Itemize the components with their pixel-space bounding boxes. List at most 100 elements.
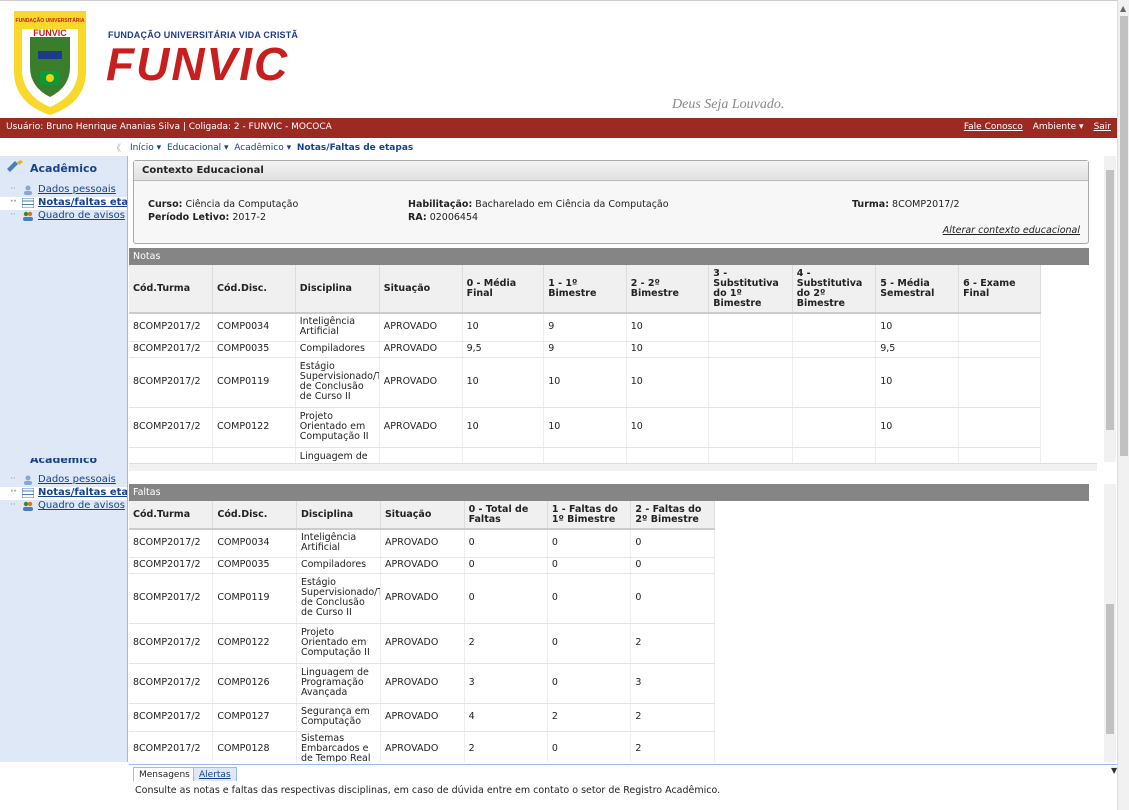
messages-panel: Mensagens Alertas Consulte as notas e fa… [129,764,1117,810]
table-cell: 8COMP2017/2 [129,623,214,664]
grid-icon [22,488,34,498]
contact-link[interactable]: Fale Conosco [964,122,1023,132]
column-header[interactable]: Situação [379,265,463,314]
table-cell: Linguagem de Programação Avançada [296,663,381,704]
table-cell: Projeto Orientado em Computação II [296,623,381,664]
table-cell: COMP0122 [212,407,296,448]
table-row[interactable]: 8COMP2017/2 COMP0035 Compiladores APROVADO 0… [129,557,715,574]
faltas-scrollbar[interactable] [1104,484,1116,762]
column-header[interactable]: 2 - Faltas do 2º Bimestre [630,501,715,530]
table-row[interactable]: 8COMP2017/2 COMP0122 Projeto Orientado em … [129,407,1041,448]
sidebar-item-notas-faltas[interactable]: ·· Notas/faltas etap [0,487,127,500]
column-header[interactable]: Situação [380,501,465,530]
column-header[interactable]: Disciplina [296,501,381,530]
table-row[interactable]: 8COMP2017/2 COMP0034 Inteligência Artifici… [129,529,715,558]
table-cell: 0 [547,663,632,704]
scrollbar-thumb[interactable] [1120,16,1128,456]
column-header[interactable]: 5 - Média Semestral [875,265,960,314]
notas-table: Cód.Turma Cód.Disc. Disciplina Situação 0 - … [129,265,1041,466]
table-row[interactable]: 8COMP2017/2 COMP0035 Compiladores APROVADO 9… [129,341,1041,358]
chevron-down-icon[interactable]: ▼ [1111,766,1117,775]
sidebar-top: Acadêmico ·· Dados pessoais ·· Notas/fal… [0,156,128,466]
table-cell: APROVADO [380,529,465,558]
table-cell: 0 [630,529,715,558]
table-cell: 0 [630,573,715,624]
logout-link[interactable]: Sair [1094,122,1111,132]
table-cell: COMP0119 [212,357,296,408]
breadcrumb: Início ▾ Educacional ▾ Acadêmico ▾ Notas… [130,140,413,156]
notas-scrollbar[interactable] [1104,156,1116,462]
table-cell: 3 [464,663,548,704]
table-row[interactable]: 8COMP2017/2 COMP0126 Linguagem de Programa… [129,663,715,704]
table-cell: Segurança em Computação [296,703,381,732]
table-cell: 2 [547,703,632,732]
table-cell: 0 [464,557,548,574]
column-header[interactable]: Cód.Disc. [212,265,296,314]
table-cell: 0 [547,573,632,624]
table-cell [708,357,793,408]
table-cell: 10 [626,313,710,342]
column-header[interactable]: Cód.Turma [129,501,214,530]
context-title: Contexto Educacional [134,161,1088,181]
page-scrollbar[interactable]: ▲ [1117,0,1129,810]
table-cell [792,341,877,358]
user-bar: Usuário: Bruno Henrique Ananias Silva | … [0,118,1117,138]
scrollbar-thumb[interactable] [1106,604,1114,734]
svg-text:FUNVIC: FUNVIC [33,28,67,38]
column-header[interactable]: 0 - Média Final [462,265,545,314]
table-cell: 9 [543,341,627,358]
table-cell: 0 [630,557,715,574]
table-cell: COMP0122 [212,623,297,664]
table-row[interactable]: 8COMP2017/2 COMP0119 Estágio Supervisionad… [129,357,1041,408]
column-header[interactable]: 2 - 2º Bimestre [626,265,710,314]
tab-mensagens[interactable]: Mensagens [133,767,196,781]
sidebar-header[interactable]: Acadêmico [0,156,127,178]
table-cell: COMP0034 [212,313,296,342]
sidebar-item-notas-faltas[interactable]: ·· Notas/faltas etap [0,197,127,210]
collapse-sidebar-icon[interactable]: 《 [112,141,121,154]
column-header[interactable]: 1 - 1º Bimestre [543,265,627,314]
ambiente-menu[interactable]: Ambiente ▾ [1033,122,1084,132]
tab-alertas[interactable]: Alertas [193,767,237,781]
scroll-up-icon[interactable]: ▲ [1120,4,1126,13]
table-cell: 10 [875,407,960,448]
table-cell: 10 [462,407,545,448]
table-cell: 8COMP2017/2 [129,573,214,624]
change-context-link[interactable]: Alterar contexto educacional [943,225,1080,236]
column-header[interactable]: Disciplina [295,265,380,314]
column-header[interactable]: 3 - Substitutiva do 1º Bimestre [708,265,793,314]
table-cell: COMP0034 [212,529,297,558]
breadcrumb-academico[interactable]: Acadêmico ▾ [234,143,291,153]
column-header[interactable]: 4 - Substitutiva do 2º Bimestre [792,265,877,314]
table-row[interactable]: 8COMP2017/2 COMP0122 Projeto Orientado em … [129,623,715,664]
column-header[interactable]: 0 - Total de Faltas [464,501,548,530]
breadcrumb-educacional[interactable]: Educacional ▾ [167,143,229,153]
breadcrumb-inicio[interactable]: Início ▾ [130,143,161,153]
table-cell: APROVADO [380,731,465,762]
sidebar-item-dados-pessoais[interactable]: ·· Dados pessoais [0,474,127,487]
content-top: Contexto Educacional Curso: Ciência da C… [129,156,1101,466]
user-info: Usuário: Bruno Henrique Ananias Silva | … [6,122,332,132]
table-cell: APROVADO [379,407,463,448]
horizontal-scrollbar[interactable] [129,463,1097,471]
column-header[interactable]: Cód.Turma [129,265,214,314]
sidebar-item-quadro-avisos[interactable]: ·· Quadro de avisos [0,210,127,223]
sidebar-item-dados-pessoais[interactable]: ·· Dados pessoais [0,184,127,197]
svg-text:FUNDAÇÃO UNIVERSITÁRIA: FUNDAÇÃO UNIVERSITÁRIA [16,17,85,24]
column-header[interactable]: Cód.Disc. [212,501,297,530]
scrollbar-thumb[interactable] [1106,170,1114,430]
sidebar-item-quadro-avisos[interactable]: ·· Quadro de avisos [0,500,127,513]
column-header[interactable]: 6 - Exame Final [958,265,1041,314]
column-header[interactable]: 1 - Faltas do 1º Bimestre [547,501,632,530]
table-row[interactable]: 8COMP2017/2 COMP0127 Segurança em Computaç… [129,703,715,732]
curso-field: Curso: Ciência da Computação [148,199,299,210]
table-cell: 8COMP2017/2 [129,313,214,342]
periodo-field: Período Letivo: 2017-2 [148,212,267,223]
table-row[interactable]: 8COMP2017/2 COMP0119 Estágio Supervisionad… [129,573,715,624]
breadcrumb-current: Notas/Faltas de etapas [296,143,414,153]
table-row[interactable]: 8COMP2017/2 COMP0034 Inteligência Artifici… [129,313,1041,342]
table-cell [708,313,793,342]
table-cell: Estágio Supervisionado/T de Conclusão de… [296,573,381,624]
table-row[interactable]: 8COMP2017/2 COMP0128 Sistemas Embarcados e… [129,731,715,762]
table-cell [958,357,1041,408]
